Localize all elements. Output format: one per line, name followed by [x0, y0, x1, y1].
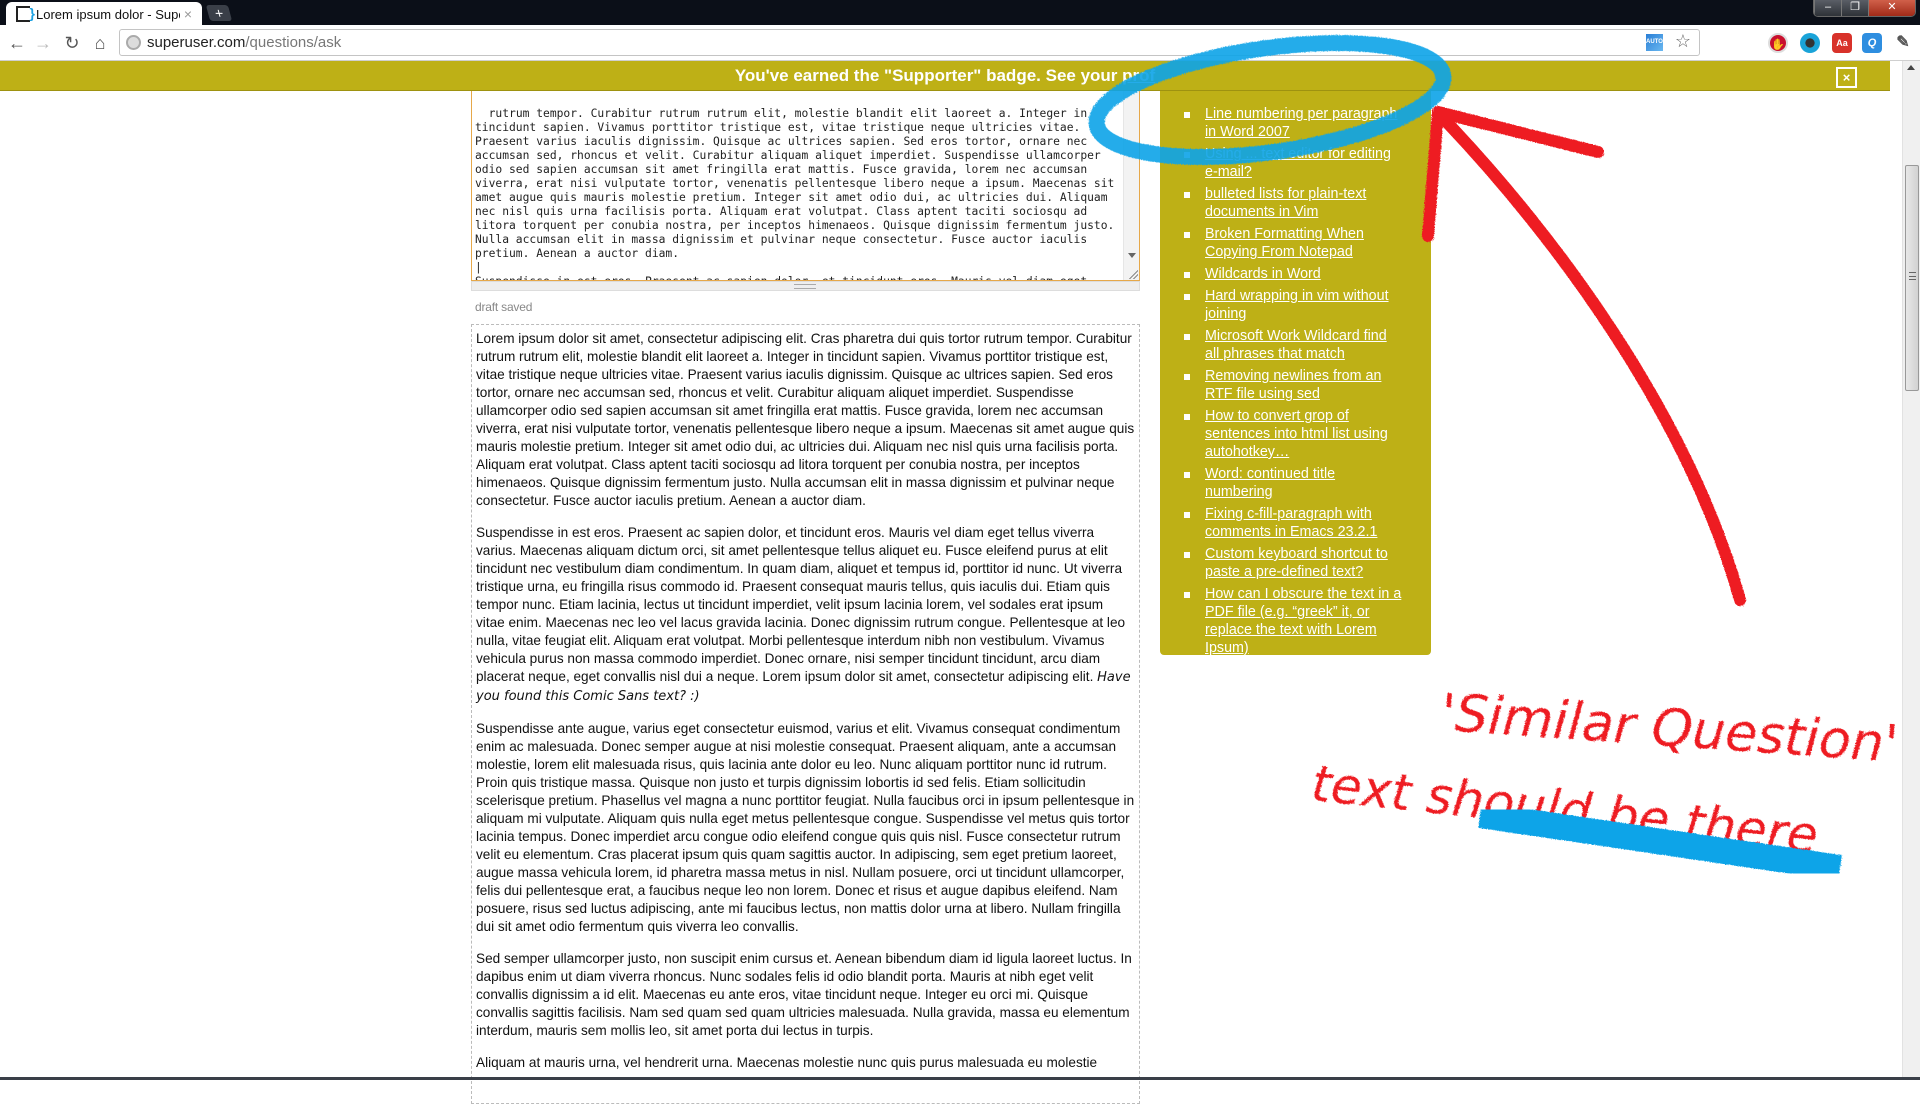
- annotation-arrow-head: [1422, 106, 1604, 242]
- quick-note-icon[interactable]: Q: [1862, 33, 1882, 53]
- badge-notification-banner: You've earned the "Supporter" badge. See…: [0, 61, 1890, 91]
- preview-paragraph: Lorem ipsum dolor sit amet, consectetur …: [476, 331, 1135, 508]
- textarea-content: rutrum tempor. Curabitur rutrum rutrum e…: [475, 107, 1115, 280]
- similar-question-item: How can I obscure the text in a PDF file…: [1184, 585, 1404, 657]
- similar-question-link[interactable]: Broken Formatting When Copying From Note…: [1205, 226, 1364, 260]
- similar-question-link[interactable]: Microsoft Work Wildcard find all phrases…: [1205, 328, 1387, 362]
- scroll-up-icon[interactable]: [1907, 65, 1915, 70]
- new-tab-button[interactable]: +: [205, 5, 233, 21]
- annotation-text-line2: text should be there: [1309, 754, 1821, 865]
- similar-question-link[interactable]: How to convert grop of sentences into ht…: [1205, 408, 1388, 460]
- window-controls: – ❐ ✕: [1813, 0, 1916, 17]
- similar-question-item: Hard wrapping in vim without joining: [1184, 287, 1404, 323]
- textarea-resize-handle[interactable]: [471, 281, 1140, 291]
- similar-question-item: Line numbering per paragraph in Word 200…: [1184, 105, 1404, 141]
- home-icon[interactable]: ⌂: [89, 31, 111, 55]
- thumb-grip-icon: [1909, 272, 1916, 280]
- textarea-scrollbar[interactable]: [1123, 91, 1139, 280]
- wrench-icon[interactable]: ✎: [1893, 33, 1913, 53]
- similar-question-item: Broken Formatting When Copying From Note…: [1184, 225, 1404, 261]
- draft-status: draft saved: [475, 300, 533, 314]
- dictionary-icon[interactable]: Aa: [1832, 33, 1852, 53]
- preview-paragraph: Sed semper ullamcorper justo, non suscip…: [476, 951, 1132, 1038]
- similar-question-item: Custom keyboard shortcut to paste a pre-…: [1184, 545, 1404, 581]
- question-body-textarea[interactable]: rutrum tempor. Curabitur rutrum rutrum e…: [471, 91, 1140, 281]
- profile-link[interactable]: prof: [1122, 66, 1155, 85]
- preview-paragraph: Suspendisse in est eros. Praesent ac sap…: [476, 525, 1131, 704]
- back-icon[interactable]: ←: [6, 31, 28, 55]
- similar-question-item: How to convert grop of sentences into ht…: [1184, 407, 1404, 461]
- url-path: /questions/ask: [245, 34, 342, 51]
- maximize-button[interactable]: ❐: [1841, 0, 1868, 16]
- annotation-underline: [1478, 802, 1842, 881]
- similar-question-link[interactable]: Line numbering per paragraph in Word 200…: [1205, 106, 1397, 140]
- preview-paragraph: Suspendisse ante augue, varius eget cons…: [476, 721, 1135, 934]
- globe-icon: [126, 35, 141, 50]
- similar-question-item: Using ... text editor for editing e-mail…: [1184, 145, 1404, 181]
- similar-question-link[interactable]: Word: continued title numbering: [1205, 466, 1335, 500]
- close-window-button[interactable]: ✕: [1868, 0, 1915, 16]
- superuser-favicon-icon: [16, 5, 35, 22]
- similar-question-link[interactable]: bulleted lists for plain-text documents …: [1205, 186, 1366, 220]
- banner-close-button[interactable]: ×: [1836, 67, 1857, 88]
- tab-title: Lorem ipsum dolor - Super: [36, 6, 180, 22]
- similar-question-item: Microsoft Work Wildcard find all phrases…: [1184, 327, 1404, 363]
- similar-questions-panel: Line numbering per paragraph in Word 200…: [1160, 91, 1431, 657]
- adblock-icon[interactable]: ✋: [1768, 33, 1788, 53]
- similar-question-link[interactable]: How can I obscure the text in a PDF file…: [1205, 586, 1401, 656]
- annotation-arrow-shaft: [1434, 109, 1746, 606]
- similar-question-item: bulleted lists for plain-text documents …: [1184, 185, 1404, 221]
- similar-question-link[interactable]: Fixing c-fill-paragraph with comments in…: [1205, 506, 1377, 540]
- similar-question-item: Wildcards in Word: [1184, 265, 1404, 283]
- scroll-down-icon[interactable]: [1128, 253, 1136, 258]
- eye-icon[interactable]: [1800, 33, 1820, 53]
- similar-question-link[interactable]: Hard wrapping in vim without joining: [1205, 288, 1389, 322]
- reload-icon[interactable]: ↻: [61, 31, 83, 55]
- url-host: superuser.com: [147, 34, 246, 51]
- similar-question-link[interactable]: Custom keyboard shortcut to paste a pre-…: [1205, 546, 1388, 580]
- minimize-button[interactable]: –: [1814, 0, 1841, 16]
- similar-question-item: Fixing c-fill-paragraph with comments in…: [1184, 505, 1404, 541]
- address-bar[interactable]: superuser.com/questions/ask AUTO ☆: [119, 29, 1700, 56]
- scrollbar-thumb[interactable]: [1905, 165, 1919, 391]
- similar-question-link[interactable]: Using ... text editor for editing e-mail…: [1205, 146, 1391, 180]
- bookmark-star-icon[interactable]: ☆: [1675, 31, 1691, 52]
- similar-question-link[interactable]: Wildcards in Word: [1205, 266, 1321, 282]
- browser-tab[interactable]: Lorem ipsum dolor - Super ×: [6, 2, 202, 26]
- window-titlebar: Lorem ipsum dolor - Super × + – ❐ ✕: [0, 0, 1920, 26]
- page-scrollbar[interactable]: [1902, 61, 1920, 1080]
- banner-text: You've earned the "Supporter" badge. See…: [734, 66, 1123, 85]
- preview-paragraph: Aliquam at mauris urna, vel hendrerit ur…: [476, 1055, 1098, 1070]
- similar-question-item: Removing newlines from an RTF file using…: [1184, 367, 1404, 403]
- resize-grip-icon[interactable]: [1128, 269, 1138, 279]
- post-preview: Lorem ipsum dolor sit amet, consectetur …: [471, 324, 1140, 1104]
- similar-question-item: Word: continued title numbering: [1184, 465, 1404, 501]
- browser-toolbar: ← → ↻ ⌂ superuser.com/questions/ask AUTO…: [0, 25, 1920, 61]
- autopager-icon[interactable]: AUTO: [1646, 34, 1663, 51]
- similar-questions-list: Line numbering per paragraph in Word 200…: [1184, 105, 1431, 657]
- tab-close-icon[interactable]: ×: [180, 6, 196, 22]
- similar-question-link[interactable]: Removing newlines from an RTF file using…: [1205, 368, 1381, 402]
- forward-icon[interactable]: →: [32, 31, 54, 55]
- annotation-text-line1: 'Similar Question': [1439, 683, 1900, 775]
